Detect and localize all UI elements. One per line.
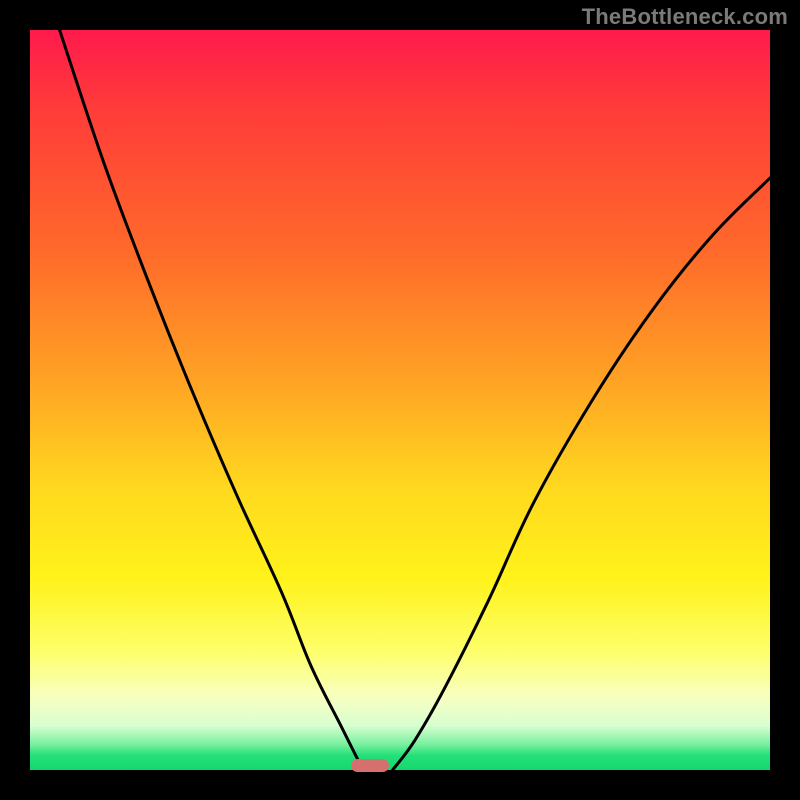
plot-area: [30, 30, 770, 770]
curve-left-branch: [60, 30, 363, 770]
watermark-text: TheBottleneck.com: [582, 4, 788, 30]
bottleneck-curve: [30, 30, 770, 770]
min-marker: [351, 759, 389, 772]
outer-frame: TheBottleneck.com: [0, 0, 800, 800]
curve-right-branch: [393, 178, 770, 770]
